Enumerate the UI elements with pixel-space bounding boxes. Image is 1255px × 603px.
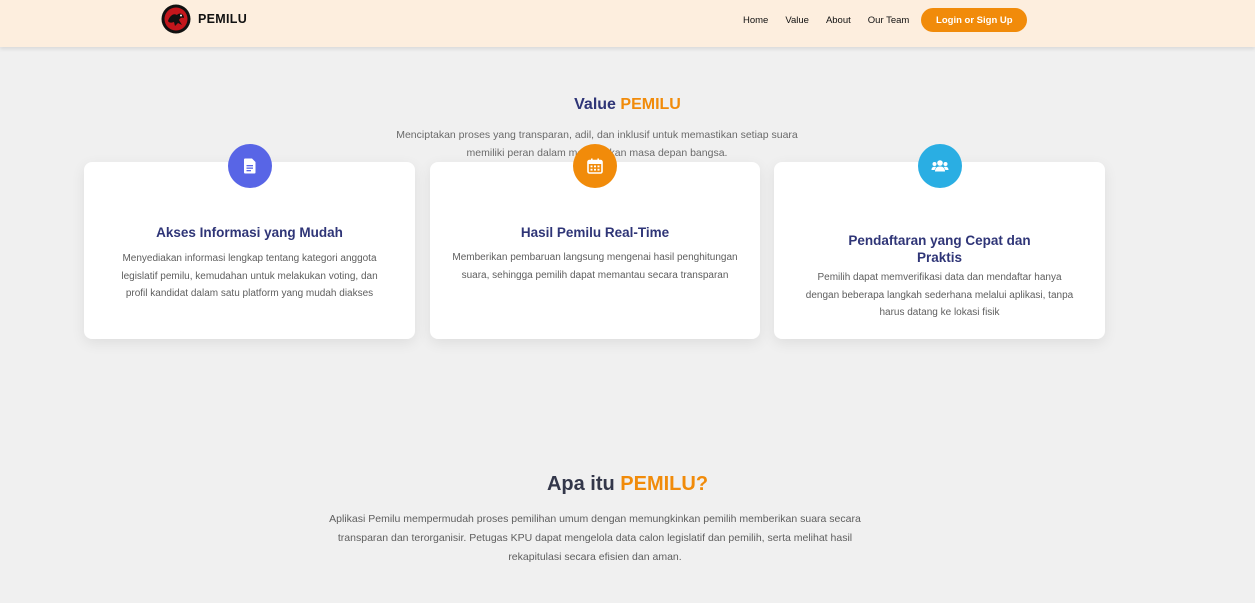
site-header: PEMILU Home Value About Our Team Login o… <box>0 0 1255 47</box>
card-title: Akses Informasi yang Mudah <box>156 225 343 240</box>
card-text: Menyediakan informasi lengkap tentang ka… <box>121 253 378 299</box>
about-section-title: Apa itu PEMILU? <box>0 473 1255 496</box>
value-card-akses-informasi: Akses Informasi yang Mudah Menyediakan i… <box>84 144 415 339</box>
value-card-hasil-real-time: Hasil Pemilu Real-Time Memberikan pembar… <box>430 144 760 339</box>
users-icon <box>917 144 962 188</box>
calendar-icon <box>573 144 617 188</box>
about-title-accent: PEMILU? <box>620 473 709 495</box>
card-text: Memberikan pembaruan langsung mengenai h… <box>452 252 738 281</box>
nav-about[interactable]: About <box>826 15 851 26</box>
nav-value[interactable]: Value <box>785 15 809 26</box>
brand[interactable]: PEMILU <box>161 4 247 34</box>
card-title: Pendaftaran yang Cepat dan Praktis <box>848 233 1031 265</box>
value-title-prefix: Value <box>574 96 616 113</box>
card-text: Pemilih dapat memverifikasi data dan men… <box>805 272 1074 318</box>
value-card-pendaftaran: Pendaftaran yang Cepat dan Praktis Pemil… <box>774 144 1105 339</box>
nav-our-team[interactable]: Our Team <box>868 15 910 26</box>
login-signup-button[interactable]: Login or Sign Up <box>921 8 1028 32</box>
nav-home[interactable]: Home <box>743 15 768 26</box>
document-icon <box>227 144 272 188</box>
main-nav: Home Value About Our Team Login or Sign … <box>743 8 1028 32</box>
about-section-description: Aplikasi Pemilu mempermudah proses pemil… <box>329 513 861 563</box>
pemilu-logo-icon <box>161 4 191 34</box>
value-section-title: Value PEMILU <box>0 96 1255 114</box>
value-title-accent: PEMILU <box>620 96 681 113</box>
card-title: Hasil Pemilu Real-Time <box>520 225 670 240</box>
brand-name: PEMILU <box>198 12 248 26</box>
about-title-prefix: Apa itu <box>546 473 615 495</box>
